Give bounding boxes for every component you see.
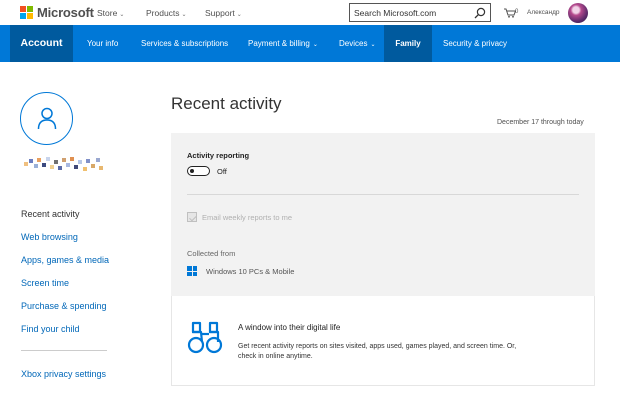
sidebar-item-recent-activity[interactable]: Recent activity [21, 209, 80, 219]
tab-family[interactable]: Family [384, 25, 432, 62]
activity-reporting-toggle[interactable] [187, 166, 210, 176]
chevron-down-icon: ⌄ [181, 12, 187, 18]
binoculars-icon [187, 321, 223, 354]
sidebar-item-purchase-spending[interactable]: Purchase & spending [21, 301, 107, 311]
nav-products[interactable]: Products ⌄ [146, 8, 187, 18]
nav-store[interactable]: Store ⌄ [97, 8, 124, 18]
tab-payment-billing-label: Payment & billing [248, 39, 310, 48]
collected-from-device: Windows 10 PCs & Mobile [206, 267, 295, 276]
search-icon[interactable] [474, 7, 486, 19]
user-icon [37, 107, 57, 130]
panel-divider [187, 194, 579, 195]
top-header: Microsoft Store⌄ Products⌄ Support⌄ 0 Ал… [0, 0, 620, 25]
sidebar-divider [21, 350, 107, 351]
chevron-down-icon: ⌄ [119, 12, 125, 18]
tab-devices[interactable]: Devices ⌄ [339, 25, 375, 62]
avatar[interactable] [568, 3, 588, 23]
page-title: Recent activity [171, 94, 282, 113]
tab-account[interactable]: Account [10, 25, 73, 62]
nav-products-label: Products [146, 8, 180, 18]
email-reports-label: Email weekly reports to me [202, 213, 293, 222]
email-reports-checkbox[interactable] [187, 212, 197, 222]
search-box[interactable] [349, 3, 491, 22]
promo-title: A window into their digital life [238, 323, 341, 332]
account-nav: Account Your info Services & subscriptio… [0, 25, 620, 62]
tab-your-info[interactable]: Your info [87, 25, 118, 62]
microsoft-logo-icon[interactable] [20, 6, 33, 19]
tab-devices-label: Devices [339, 39, 368, 48]
nav-store-label: Store [97, 8, 118, 18]
cart-count[interactable]: 0 [515, 9, 518, 15]
chevron-down-icon: ⌄ [370, 42, 376, 48]
brand-name[interactable]: Microsoft [37, 5, 94, 20]
promo-panel: A window into their digital life Get rec… [171, 296, 595, 386]
chevron-down-icon: ⌄ [236, 12, 242, 18]
profile-picture[interactable] [20, 92, 73, 145]
user-name[interactable]: Александр [527, 9, 560, 16]
sidebar-item-find-your-child[interactable]: Find your child [21, 324, 80, 334]
search-input[interactable] [354, 6, 472, 19]
sidebar-item-xbox-privacy-settings[interactable]: Xbox privacy settings [21, 369, 106, 379]
chevron-down-icon: ⌄ [312, 42, 318, 48]
activity-settings-panel: Activity reporting Off Email weekly repo… [171, 133, 595, 296]
tab-services-subscriptions[interactable]: Services & subscriptions [141, 25, 228, 62]
activity-reporting-state: Off [217, 167, 227, 176]
tab-payment-billing[interactable]: Payment & billing ⌄ [248, 25, 318, 62]
windows-logo-icon [187, 266, 197, 276]
collected-from-label: Collected from [187, 249, 236, 258]
profile-name-obscured [24, 157, 103, 171]
nav-support[interactable]: Support ⌄ [205, 8, 242, 18]
tab-security-privacy[interactable]: Security & privacy [443, 25, 507, 62]
promo-description: Get recent activity reports on sites vis… [238, 343, 517, 360]
toggle-knob [190, 168, 194, 173]
sidebar-item-web-browsing[interactable]: Web browsing [21, 232, 78, 242]
sidebar-item-screen-time[interactable]: Screen time [21, 278, 69, 288]
nav-support-label: Support [205, 8, 235, 18]
date-range: December 17 through today [497, 119, 584, 126]
activity-reporting-label: Activity reporting [187, 151, 250, 160]
sidebar-item-apps-games-media[interactable]: Apps, games & media [21, 255, 109, 265]
